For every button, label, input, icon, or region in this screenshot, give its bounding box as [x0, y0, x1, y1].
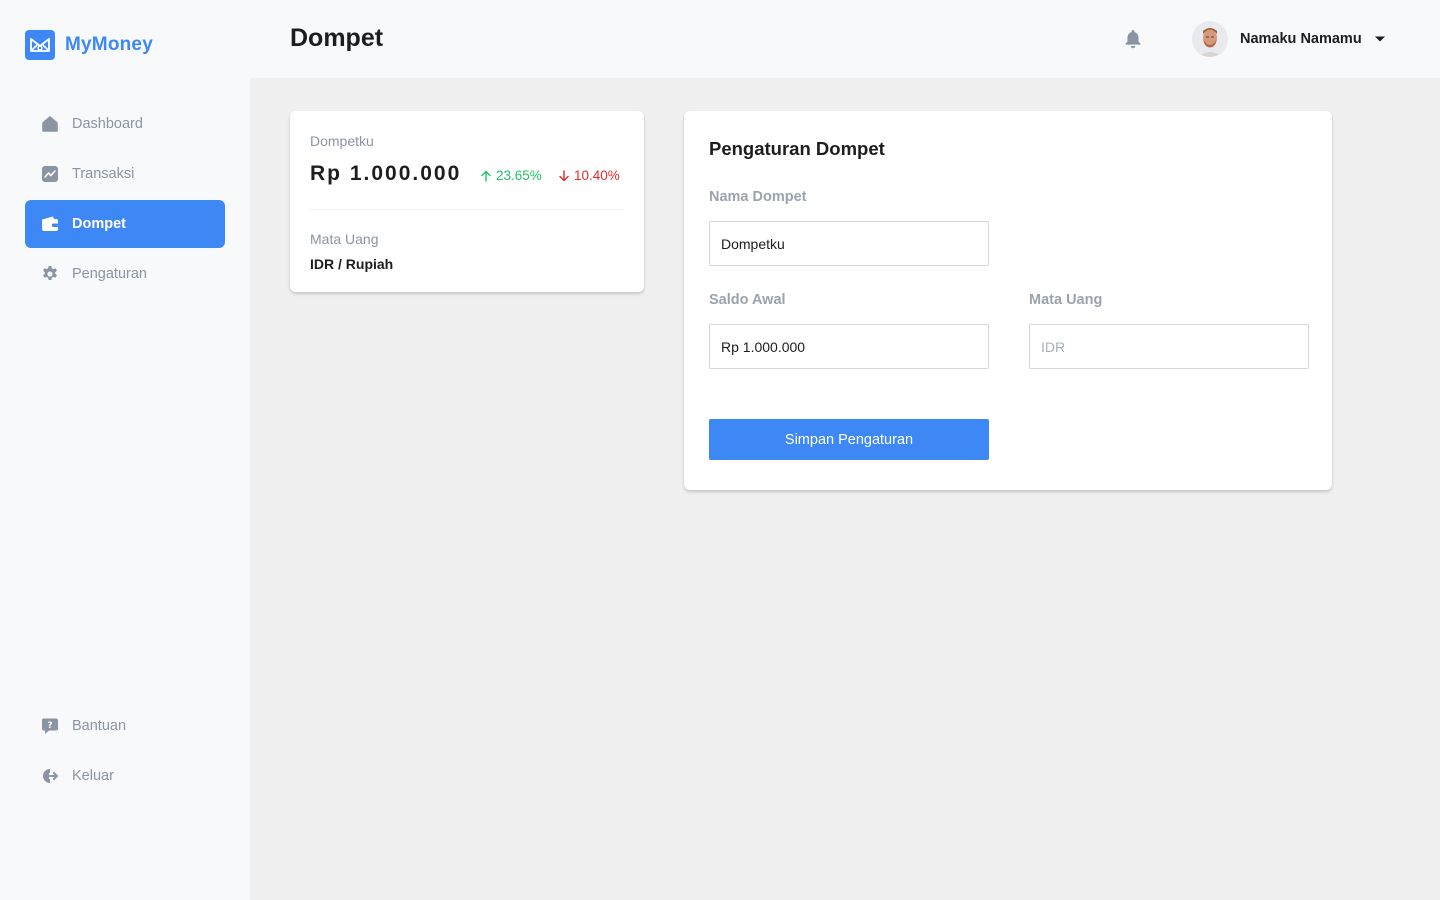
- help-chat-icon: ?: [40, 717, 59, 736]
- nav-item-bantuan[interactable]: ? Bantuan: [25, 702, 225, 750]
- currency-value: IDR / Rupiah: [310, 256, 394, 272]
- nav-item-pengaturan[interactable]: Pengaturan: [25, 250, 225, 298]
- nav-label: Bantuan: [72, 718, 127, 734]
- svg-text:?: ?: [47, 721, 52, 731]
- nav-label: Pengaturan: [72, 266, 147, 282]
- change-down: 10.40%: [558, 168, 620, 183]
- nav-label: Keluar: [72, 768, 114, 784]
- chevron-down-icon: [1374, 33, 1386, 45]
- secondary-nav: ? Bantuan Keluar: [25, 702, 225, 802]
- change-down-value: 10.40%: [574, 168, 620, 183]
- arrow-down-icon: [559, 169, 569, 181]
- user-menu[interactable]: Namaku Namamu: [1192, 20, 1386, 58]
- sidebar: MyMoney Dashboard Transaksi Dompet Penga…: [0, 0, 250, 900]
- change-up: 23.65%: [480, 168, 542, 183]
- arrow-up-icon: [481, 170, 491, 182]
- nav-label: Dashboard: [72, 116, 143, 132]
- initial-balance-input[interactable]: [709, 324, 989, 369]
- nav-item-keluar[interactable]: Keluar: [25, 752, 225, 800]
- chart-line-icon: [40, 165, 59, 184]
- wallet-name-label: Nama Dompet: [709, 189, 807, 205]
- logout-icon: [40, 767, 59, 786]
- settings-title: Pengaturan Dompet: [709, 138, 885, 159]
- gear-icon: [40, 265, 59, 284]
- nav-item-transaksi[interactable]: Transaksi: [25, 150, 225, 198]
- wallet-name: Dompetku: [310, 133, 374, 149]
- nav-label: Transaksi: [72, 166, 135, 182]
- brand-name: MyMoney: [65, 34, 153, 55]
- brand[interactable]: MyMoney: [25, 30, 153, 60]
- main-nav: Dashboard Transaksi Dompet Pengaturan: [25, 100, 225, 300]
- page-title: Dompet: [290, 24, 384, 52]
- nav-label: Dompet: [72, 216, 126, 232]
- wallet-icon: [40, 215, 59, 234]
- user-name: Namaku Namamu: [1240, 31, 1362, 47]
- save-settings-button[interactable]: Simpan Pengaturan: [709, 419, 989, 460]
- nav-item-dompet[interactable]: Dompet: [25, 200, 225, 248]
- wallet-settings-card: Pengaturan Dompet Nama Dompet Saldo Awal…: [684, 111, 1332, 490]
- currency-input[interactable]: [1029, 324, 1309, 369]
- change-up-value: 23.65%: [496, 168, 542, 183]
- divider: [310, 209, 624, 210]
- initial-balance-label: Saldo Awal: [709, 292, 786, 308]
- currency-label: Mata Uang: [310, 231, 379, 247]
- wallet-balance: Rp 1.000.000: [310, 162, 462, 185]
- notification-bell-icon[interactable]: [1122, 28, 1144, 50]
- wallet-summary-card: Dompetku Rp 1.000.000 23.65% 10.40% Mata…: [290, 111, 644, 292]
- wallet-name-input[interactable]: [709, 221, 989, 266]
- home-icon: [40, 115, 59, 134]
- nav-item-dashboard[interactable]: Dashboard: [25, 100, 225, 148]
- currency-field-label: Mata Uang: [1029, 292, 1103, 308]
- mymoney-logo-icon: [25, 30, 55, 60]
- avatar: [1192, 21, 1228, 57]
- top-header: Dompet Namaku Namamu: [250, 0, 1440, 78]
